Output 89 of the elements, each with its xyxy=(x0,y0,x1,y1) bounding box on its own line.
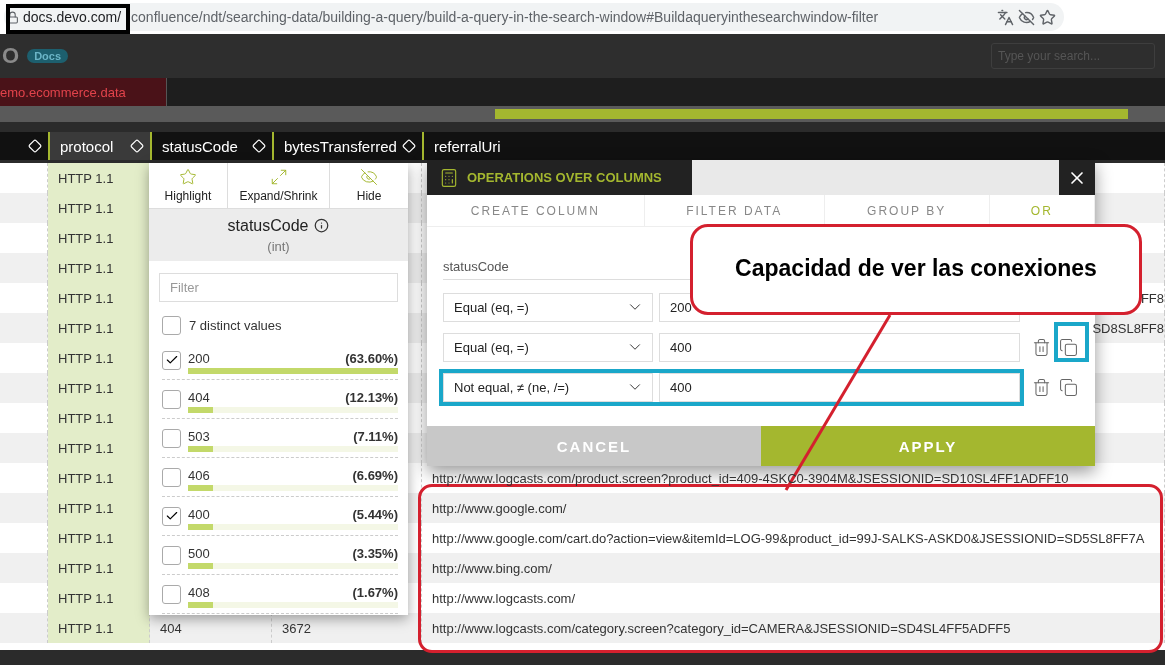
operator-select[interactable]: Equal (eq, =) xyxy=(443,292,653,322)
value-field[interactable]: 400 xyxy=(659,372,1020,402)
highlight-frame xyxy=(1054,322,1089,362)
operator-select[interactable]: Equal (eq, =) xyxy=(443,332,653,362)
table-cell: HTTP 1.1 xyxy=(58,200,114,216)
table-cell: http://www.google.com/cart.do?action=view&itemId=LOG-99&product_id=99J-SALKS-ASKD0&JSESSIONID=SD5SL8FF7A xyxy=(432,530,1145,546)
dialog-title: OPERATIONS OVER COLUMNS xyxy=(427,160,692,195)
sort-icon[interactable] xyxy=(28,139,42,153)
checkbox[interactable] xyxy=(162,428,181,448)
translate-icon[interactable] xyxy=(997,8,1014,26)
share-label: (3.35%) xyxy=(352,546,398,561)
table-cell: HTTP 1.1 xyxy=(58,590,114,606)
table-cell: HTTP 1.1 xyxy=(58,290,114,306)
close-button[interactable] xyxy=(1059,160,1095,195)
table-cell: FF8 xyxy=(1140,290,1164,306)
expand-icon xyxy=(269,168,288,186)
value-label: 200 xyxy=(188,351,210,366)
docs-badge: Docs xyxy=(27,49,69,63)
table-cell: http://www.logcasts.com/category.screen?category_id=CAMERA&JSESSIONID=SD4SL4FF5ADFF5 xyxy=(432,620,1011,636)
checkbox[interactable] xyxy=(162,389,181,409)
value-label: 406 xyxy=(188,468,210,483)
table-cell: http://www.bing.com/ xyxy=(432,560,552,576)
share-label: (1.67%) xyxy=(352,585,398,600)
trash-icon[interactable] xyxy=(1032,337,1051,357)
share-label: (12.13%) xyxy=(345,390,398,405)
calculator-icon xyxy=(439,167,459,188)
menu-action-button[interactable]: Highlight xyxy=(149,163,228,208)
table-cell: SD8SL8FF8 xyxy=(1092,320,1164,336)
table-cell: HTTP 1.1 xyxy=(58,530,114,546)
menu-action-button[interactable]: Hide xyxy=(330,163,408,208)
table-cell: HTTP 1.1 xyxy=(58,470,114,486)
sort-icon[interactable] xyxy=(402,139,416,153)
table-cell: 404 xyxy=(160,620,182,636)
operator-select[interactable]: Not equal, ≠ (ne, /=) xyxy=(443,372,653,402)
value-label: 400 xyxy=(188,507,210,522)
share-label: (63.60%) xyxy=(345,351,398,366)
sort-icon[interactable] xyxy=(252,139,266,153)
column-title: statusCode xyxy=(227,216,309,235)
table-cell: HTTP 1.1 xyxy=(58,410,114,426)
table-cell: HTTP 1.1 xyxy=(58,560,114,576)
address-bar[interactable]: docs.devo.com/ confluence/ndt/searching-data/building-a-query/build-a-query-in-the-search-window#Buildaqueryinthesearchwindow-filter xyxy=(4,3,1064,31)
callout-tooltip: Capacidad de ver las conexiones xyxy=(690,224,1142,315)
share-label: (5.44%) xyxy=(352,507,398,522)
checkbox[interactable] xyxy=(162,350,181,370)
table-cell: HTTP 1.1 xyxy=(58,620,114,636)
url-text: docs.devo.com/ confluence/ndt/searching-data/building-a-query/build-a-query-in-the-search-window#Buildaqueryinthesearchwindow-filter xyxy=(23,9,880,25)
eye-off-icon[interactable] xyxy=(1018,8,1035,26)
star-icon xyxy=(178,168,197,186)
value-label: 500 xyxy=(188,546,210,561)
table-cell: HTTP 1.1 xyxy=(58,380,114,396)
checkbox[interactable] xyxy=(162,467,181,487)
filter-field[interactable]: Filter xyxy=(159,273,398,302)
table-cell: 3672 xyxy=(282,620,311,636)
table-cell: HTTP 1.1 xyxy=(58,320,114,336)
copy-icon[interactable] xyxy=(1059,337,1078,357)
menu-action-button[interactable]: Expand/Shrink xyxy=(227,163,331,208)
value-field[interactable]: 400 xyxy=(659,332,1020,362)
logo: O xyxy=(2,43,20,69)
sort-icon[interactable] xyxy=(130,139,144,153)
column-header[interactable]: protocol xyxy=(48,132,150,160)
trash-icon[interactable] xyxy=(1032,377,1051,397)
value-label: 408 xyxy=(188,585,210,600)
copy-icon[interactable] xyxy=(1059,377,1078,397)
checkbox[interactable] xyxy=(162,545,181,565)
table-cell: HTTP 1.1 xyxy=(58,230,114,246)
bookmark-star-icon[interactable] xyxy=(1039,8,1056,26)
column-type: (int) xyxy=(267,238,290,254)
checkbox[interactable] xyxy=(162,506,181,526)
check-icon xyxy=(164,353,179,367)
table-cell: HTTP 1.1 xyxy=(58,170,114,186)
table-cell: http://www.logcasts.com/ xyxy=(432,590,576,606)
table-cell: http://www.google.com/ xyxy=(432,500,567,516)
table-cell: HTTP 1.1 xyxy=(58,350,114,366)
checkbox[interactable] xyxy=(162,584,181,604)
distinct-values-label: 7 distinct values xyxy=(189,318,282,333)
value-label: 404 xyxy=(188,390,210,405)
table-cell: HTTP 1.1 xyxy=(58,440,114,456)
hidden-icon xyxy=(360,168,379,186)
checkbox[interactable] xyxy=(162,316,181,335)
check-icon xyxy=(164,509,179,523)
share-label: (6.69%) xyxy=(352,468,398,483)
query-tab[interactable]: emo.ecommerce.data xyxy=(0,78,167,106)
table-cell: HTTP 1.1 xyxy=(58,500,114,516)
share-label: (7.11%) xyxy=(353,429,398,444)
field-label: statusCode xyxy=(443,259,509,274)
info-icon[interactable] xyxy=(314,218,330,233)
table-cell: HTTP 1.1 xyxy=(58,260,114,276)
dialog-tab[interactable]: CREATE COLUMN xyxy=(427,195,645,226)
value-label: 503 xyxy=(188,429,210,444)
